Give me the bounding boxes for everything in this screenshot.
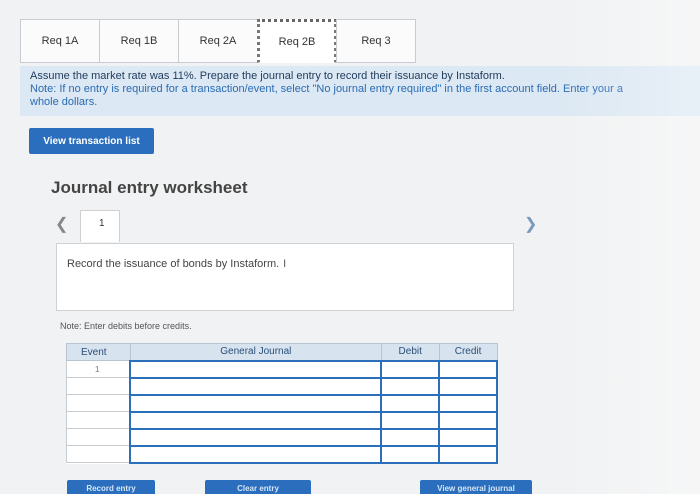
- worksheet-page-tab[interactable]: 1: [80, 210, 120, 242]
- table-row: [66, 444, 498, 464]
- event-header: Event: [66, 343, 131, 361]
- chevron-right-icon[interactable]: ❯: [524, 214, 537, 234]
- table-header-row: Event General Journal Debit Credit: [66, 343, 498, 361]
- tab-req-1a[interactable]: Req 1A: [20, 19, 100, 63]
- tab-req-2a[interactable]: Req 2A: [178, 19, 258, 63]
- requirement-tabs: Req 1A Req 1B Req 2A Req 2B Req 3: [20, 19, 416, 63]
- tab-label: Req 1B: [120, 35, 158, 47]
- event-cell: [66, 428, 131, 446]
- worksheet-title: Journal entry worksheet: [51, 178, 248, 197]
- table-row: [66, 410, 498, 430]
- account-select[interactable]: [129, 444, 383, 464]
- account-select[interactable]: [129, 410, 383, 430]
- table-row: [66, 427, 498, 447]
- credit-header: Credit: [438, 343, 498, 361]
- credit-input[interactable]: [438, 393, 498, 413]
- table-row: [66, 393, 498, 413]
- debit-input[interactable]: [380, 444, 441, 464]
- journal-entry-table: Event General Journal Debit Credit 1: [66, 343, 498, 464]
- credit-input[interactable]: [438, 444, 498, 464]
- debit-input[interactable]: [380, 376, 441, 396]
- account-select[interactable]: [129, 393, 383, 413]
- debit-input[interactable]: [380, 410, 441, 430]
- general-journal-header: General Journal: [129, 343, 382, 361]
- tab-req-2b[interactable]: Req 2B: [257, 19, 337, 63]
- instruction-note-cont: whole dollars.: [30, 96, 98, 108]
- credit-input[interactable]: [438, 376, 498, 396]
- credit-input[interactable]: [438, 359, 498, 379]
- instruction-text: Assume the market rate was 11%. Prepare …: [30, 70, 505, 82]
- text-cursor-icon: I: [283, 258, 287, 270]
- tab-req-1b[interactable]: Req 1B: [99, 19, 179, 63]
- debit-input[interactable]: [380, 393, 441, 413]
- debit-header: Debit: [380, 343, 440, 361]
- table-row: [66, 376, 498, 396]
- tab-req-3[interactable]: Req 3: [336, 19, 416, 63]
- clear-entry-button[interactable]: Clear entry: [205, 480, 311, 494]
- event-cell: 1: [66, 360, 131, 378]
- account-select[interactable]: [129, 359, 383, 379]
- table-row: 1: [66, 359, 498, 379]
- view-general-journal-button[interactable]: View general journal: [420, 480, 532, 494]
- description-text: Record the issuance of bonds by Instafor…: [67, 258, 280, 270]
- record-entry-button[interactable]: Record entry: [67, 480, 155, 494]
- credit-input[interactable]: [438, 427, 498, 447]
- event-cell: [66, 445, 131, 463]
- account-select[interactable]: [129, 427, 383, 447]
- event-cell: [66, 394, 131, 412]
- debits-credits-note: Note: Enter debits before credits.: [60, 321, 192, 331]
- tab-label: Req 2A: [199, 35, 237, 47]
- account-select[interactable]: [129, 376, 383, 396]
- tab-label: Req 3: [361, 35, 391, 47]
- view-transaction-list-button[interactable]: View transaction list: [29, 128, 154, 154]
- credit-input[interactable]: [438, 410, 498, 430]
- chevron-left-icon[interactable]: ❮: [55, 214, 68, 234]
- debit-input[interactable]: [380, 359, 441, 379]
- tab-label: Req 1A: [41, 35, 79, 47]
- event-cell: [66, 411, 131, 429]
- debit-input[interactable]: [380, 427, 441, 447]
- tab-label: Req 2B: [278, 36, 316, 48]
- transaction-description: Record the issuance of bonds by Instafor…: [56, 243, 514, 311]
- instructions-panel: Assume the market rate was 11%. Prepare …: [20, 66, 700, 116]
- page: Req 1A Req 1B Req 2A Req 2B Req 3 Assume…: [0, 0, 700, 494]
- event-cell: [66, 377, 131, 395]
- instruction-note: Note: If no entry is required for a tran…: [30, 83, 623, 95]
